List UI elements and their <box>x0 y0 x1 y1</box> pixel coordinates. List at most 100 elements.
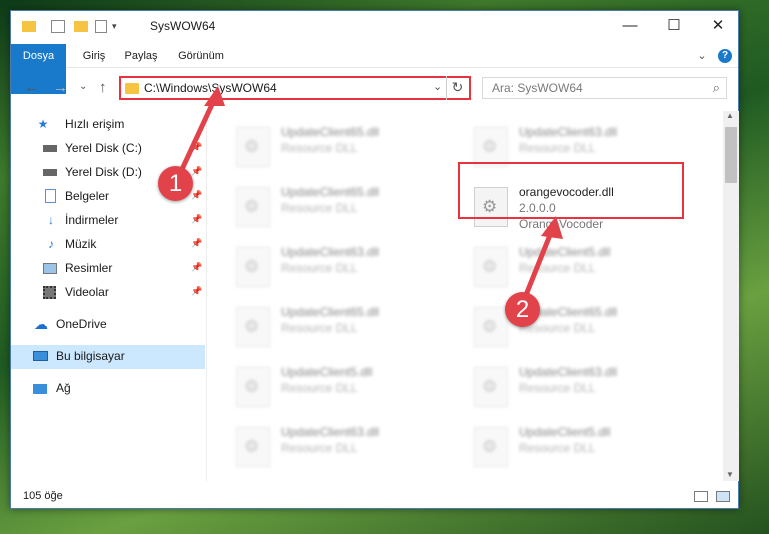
file-name: UpdateClient65.dll <box>281 305 380 319</box>
explorer-window: ▾ SysWOW64 — ☐ ✕ Dosya Giriş Paylaş Görü… <box>10 10 739 509</box>
file-type: Resource DLL <box>281 201 358 215</box>
sidebar-item-label: İndirmeler <box>65 213 119 227</box>
sidebar-item-label: Müzik <box>65 237 97 251</box>
file-item[interactable]: UpdateClient63.dll Resource DLL <box>236 421 456 471</box>
sidebar-item-network[interactable]: Ağ <box>11 377 205 401</box>
sidebar-item-label: Bu bilgisayar <box>56 349 125 363</box>
sidebar-item-label: Yerel Disk (C:) <box>65 141 142 155</box>
sidebar-item-this-pc[interactable]: Bu bilgisayar <box>11 345 205 369</box>
search-input[interactable]: Ara: SysWOW64 <box>492 81 583 95</box>
tab-home[interactable]: Giriş <box>74 44 114 68</box>
sidebar-item-pictures[interactable]: Resimler 📌 <box>11 257 205 281</box>
file-type: Resource DLL <box>281 261 358 275</box>
scrollbar-thumb[interactable] <box>725 127 737 183</box>
status-bar: 105 öğe <box>11 485 738 509</box>
sidebar-item-label: Resimler <box>65 261 113 275</box>
address-row: ← → ⌄ ↑ C:\Windows\SysWOW64 ⌄ ↻ Ara: Sys… <box>11 75 738 103</box>
sidebar-item-label: OneDrive <box>56 317 107 331</box>
scroll-up-icon[interactable]: ▲ <box>726 111 734 120</box>
dll-file-icon <box>236 427 270 467</box>
file-name: UpdateClient5.dll <box>281 365 373 379</box>
sidebar-item-label: Yerel Disk (D:) <box>65 165 142 179</box>
pin-icon: 📌 <box>191 286 203 296</box>
file-item[interactable]: UpdateClient65.dll Resource DLL <box>236 121 456 171</box>
pictures-icon <box>43 261 59 276</box>
search-icon: ⌕ <box>712 80 720 95</box>
address-bar[interactable]: C:\Windows\SysWOW64 ⌄ ↻ <box>119 76 471 100</box>
large-icons-view-icon[interactable] <box>716 491 730 502</box>
customize-toolbar-icon[interactable]: ▾ <box>112 20 126 33</box>
dll-file-icon <box>474 427 508 467</box>
address-path[interactable]: C:\Windows\SysWOW64 <box>144 81 277 95</box>
star-icon: ★ <box>37 117 49 131</box>
cloud-icon: ☁ <box>34 316 48 332</box>
scroll-down-icon[interactable]: ▼ <box>726 470 734 479</box>
file-type: Resource DLL <box>281 441 358 455</box>
file-item[interactable]: UpdateClient5.dll Resource DLL <box>236 361 456 411</box>
view-icon[interactable] <box>95 20 107 33</box>
file-item[interactable]: UpdateClient5.dll Resource DLL <box>474 241 694 291</box>
ribbon-expand-icon[interactable]: ⌄ <box>695 44 709 68</box>
step-badge-2: 2 <box>505 292 540 327</box>
sidebar-item-label: Videolar <box>65 285 109 299</box>
details-view-icon[interactable] <box>694 491 708 502</box>
up-button[interactable]: ↑ <box>99 79 107 96</box>
close-button[interactable]: ✕ <box>696 11 740 41</box>
file-item[interactable]: UpdateClient63.dll Resource DLL <box>236 241 456 291</box>
properties-icon[interactable] <box>51 20 65 33</box>
dll-file-icon <box>474 367 508 407</box>
file-item[interactable]: UpdateClient65.dll Resource DLL <box>236 181 456 231</box>
back-button[interactable]: ← <box>24 79 39 96</box>
file-type: Resource DLL <box>519 381 596 395</box>
minimize-button[interactable]: — <box>608 11 652 41</box>
sidebar-item-quick-access[interactable]: ★ Hızlı erişim <box>11 113 205 137</box>
new-folder-icon[interactable] <box>74 21 88 32</box>
vertical-scrollbar[interactable]: ▲ ▼ <box>723 111 739 481</box>
help-icon[interactable]: ? <box>718 49 732 63</box>
dll-file-icon <box>236 307 270 347</box>
sidebar-item-music[interactable]: ♪ Müzik 📌 <box>11 233 205 257</box>
file-name: UpdateClient63.dll <box>519 125 618 139</box>
dll-file-icon <box>236 367 270 407</box>
window-title: SysWOW64 <box>150 19 216 33</box>
forward-button[interactable]: → <box>53 79 68 96</box>
download-icon: ↓ <box>48 213 54 227</box>
dll-file-icon <box>474 127 508 167</box>
ribbon: Dosya Giriş Paylaş Görünüm ⌄ ? <box>11 44 738 94</box>
dll-file-icon <box>474 247 508 287</box>
file-name: UpdateClient65.dll <box>281 125 380 139</box>
recent-locations-button[interactable]: ⌄ <box>79 81 87 92</box>
file-type: Resource DLL <box>281 321 358 335</box>
pin-icon: 📌 <box>191 262 203 272</box>
sidebar-item-videos[interactable]: Videolar 📌 <box>11 281 205 305</box>
item-count: 105 öğe <box>23 490 63 502</box>
file-name: UpdateClient63.dll <box>281 245 380 259</box>
pin-icon: 📌 <box>191 142 203 152</box>
search-box[interactable]: Ara: SysWOW64 ⌕ <box>482 77 727 99</box>
file-company: OrangeVocoder <box>519 217 604 231</box>
file-item[interactable]: UpdateClient63.dll Resource DLL <box>474 361 694 411</box>
step-badge-1: 1 <box>158 166 193 201</box>
refresh-button[interactable]: ↻ <box>446 76 468 100</box>
file-name: UpdateClient63.dll <box>519 365 618 379</box>
file-item[interactable]: UpdateClient5.dll Resource DLL <box>474 421 694 471</box>
sidebar-item-label: Ağ <box>56 381 71 395</box>
folder-icon <box>125 83 139 94</box>
sidebar-item-onedrive[interactable]: ☁ OneDrive <box>11 313 205 337</box>
dll-file-icon <box>236 247 270 287</box>
tab-share[interactable]: Paylaş <box>119 44 163 68</box>
address-dropdown-icon[interactable]: ⌄ <box>433 80 442 93</box>
file-type: Resource DLL <box>281 381 358 395</box>
file-name: UpdateClient65.dll <box>281 185 380 199</box>
drive-icon <box>43 141 59 156</box>
sidebar-item-disk-c[interactable]: Yerel Disk (C:) 📌 <box>11 137 205 161</box>
pin-icon: 📌 <box>191 238 203 248</box>
sidebar-item-downloads[interactable]: ↓ İndirmeler 📌 <box>11 209 205 233</box>
tab-view[interactable]: Görünüm <box>170 44 232 68</box>
file-item[interactable]: UpdateClient65.dll Resource DLL <box>236 301 456 351</box>
dll-file-icon <box>236 187 270 227</box>
maximize-button[interactable]: ☐ <box>652 11 696 41</box>
pin-icon: 📌 <box>191 214 203 224</box>
dll-file-icon <box>474 307 508 347</box>
pin-icon: 📌 <box>191 166 203 176</box>
